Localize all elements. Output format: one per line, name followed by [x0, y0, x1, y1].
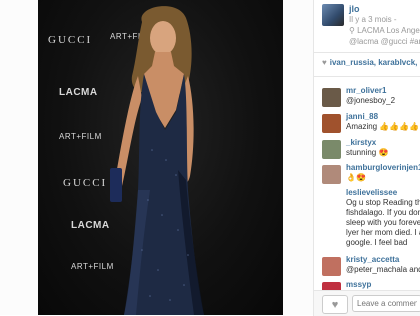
comment-username[interactable]: janni_88	[346, 112, 378, 121]
comment-username[interactable]: mssyp	[346, 280, 371, 289]
post-location[interactable]: ⚲ LACMA Los Angeles	[349, 26, 420, 35]
comment-username[interactable]: mr_oliver1	[346, 86, 386, 95]
likes-users: ivan_russia, karablvck, ma	[329, 58, 420, 67]
comment-text: fishdalago. If you don't p	[346, 208, 420, 217]
comment-text: 👌😍	[346, 173, 366, 182]
comment-text: google. I feel bad	[346, 238, 408, 247]
like-button[interactable]: ♥	[322, 295, 348, 314]
heart-icon: ♥	[331, 298, 339, 311]
poster-username[interactable]: jlo	[349, 4, 360, 14]
post-time: Il y a 3 mois -	[349, 15, 397, 24]
comment-text: Og u stop Reading this u	[346, 198, 420, 207]
likes-row[interactable]: ♥ivan_russia, karablvck, ma	[322, 58, 420, 67]
comment-text: lyer her mom died. I am	[346, 228, 420, 237]
comment-sidebar: jlo Il y a 3 mois - ⚲ LACMA Los Angeles …	[313, 0, 420, 315]
comment-text[interactable]: @jonesboy_2	[346, 96, 395, 106]
comment-footer: ♥	[313, 290, 420, 316]
comment-input[interactable]	[352, 295, 420, 312]
comment-text[interactable]: @peter_machala and thi	[346, 265, 420, 275]
commenter-avatar[interactable]	[322, 165, 341, 184]
photo-frame: GUCCI ART+FILM LACMA ART+FILM GUCCI LACM…	[0, 0, 313, 315]
commenter-avatar[interactable]	[322, 257, 341, 276]
comment-username[interactable]: kristy_accetta	[346, 255, 399, 264]
heart-icon: ♥	[322, 58, 327, 67]
comment-text: stunning 😍	[346, 148, 389, 157]
poster-avatar[interactable]	[322, 4, 344, 26]
commenter-avatar[interactable]	[322, 114, 341, 133]
divider	[314, 76, 420, 77]
commenter-avatar[interactable]	[322, 140, 341, 159]
comment-username[interactable]: _kirstyx	[346, 138, 376, 147]
comment-text: Amazing 👍👍👍👍	[346, 122, 420, 131]
comment-username[interactable]: hamburgloverinjen187	[346, 163, 420, 172]
divider	[314, 52, 420, 53]
pin-icon: ⚲	[349, 26, 358, 35]
commenter-avatar[interactable]	[322, 88, 341, 107]
post-photo[interactable]: GUCCI ART+FILM LACMA ART+FILM GUCCI LACM…	[38, 0, 283, 315]
woman-figure-image	[110, 6, 204, 315]
comment-username[interactable]: leslievelissee	[346, 188, 397, 197]
post-location-label: LACMA Los Angeles	[357, 26, 420, 35]
comment-text: sleep with you forever. Al	[346, 218, 420, 227]
post-caption-tags: @lacma @gucci #artandfilm	[349, 37, 420, 46]
